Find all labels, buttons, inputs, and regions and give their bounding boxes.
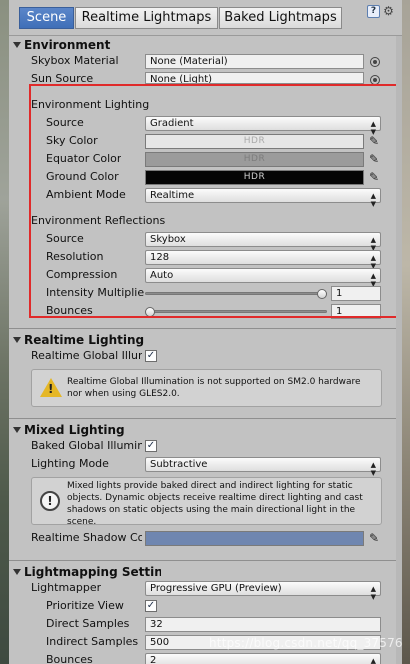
section-divider	[9, 418, 402, 419]
lightmapper-dropdown[interactable]: Progressive GPU (Preview) ▲ ▼	[145, 581, 381, 601]
section-divider	[9, 328, 402, 329]
compression-label: Compression	[46, 268, 118, 281]
sun-source-label: Sun Source	[31, 72, 94, 83]
info-text: Mixed lights provide baked direct and in…	[67, 481, 363, 527]
sun-source-field[interactable]: None (Light)	[145, 72, 364, 84]
lightmapper-value: Progressive GPU (Preview)	[150, 583, 282, 594]
prioritize-view-label: Prioritize View	[46, 599, 124, 612]
realtime-shadow-color-label: Realtime Shadow Color	[31, 531, 142, 544]
reflection-source-value: Skybox	[150, 234, 186, 245]
dropdown-arrow-icon: ▲▼	[370, 192, 376, 208]
dropdown-arrow-icon: ▲▼	[370, 585, 376, 601]
skybox-material-label: Skybox Material	[31, 54, 119, 67]
foldout-arrow-icon	[13, 337, 21, 343]
realtime-shadow-color-field[interactable]	[145, 531, 364, 546]
direct-samples-label: Direct Samples	[46, 617, 130, 630]
tab-baked-lightmaps[interactable]: Baked Lightmaps	[219, 7, 342, 29]
lightmapper-label: Lightmapper	[31, 581, 102, 594]
realtime-gi-label: Realtime Global Illumination	[31, 349, 142, 362]
mixed-lighting-header[interactable]: Mixed Lighting	[11, 422, 125, 438]
equator-color-label: Equator Color	[46, 152, 122, 165]
help-icon[interactable]: ?	[367, 5, 380, 18]
lighting-mode-dropdown[interactable]: Subtractive ▲ ▼	[145, 457, 381, 477]
baked-gi-label: Baked Global Illumination	[31, 439, 142, 452]
dropdown-arrow-icon: ▲▼	[370, 657, 376, 664]
lightmap-bounces-value: 2	[150, 655, 157, 664]
mixed-lighting-title: Mixed Lighting	[24, 423, 125, 437]
tab-realtime-lightmaps[interactable]: Realtime Lightmaps	[75, 7, 218, 29]
compression-value: Auto	[150, 270, 174, 281]
ground-color-field[interactable]: HDR	[145, 170, 364, 185]
environment-reflections-title: Environment Reflections	[31, 214, 166, 227]
lighting-source-dropdown[interactable]: Gradient ▲ ▼	[145, 116, 381, 136]
lighting-window: Scene Realtime Lightmaps Baked Lightmaps…	[9, 0, 402, 664]
lighting-mode-label: Lighting Mode	[31, 457, 109, 470]
eyedropper-icon[interactable]: ✎	[367, 134, 381, 148]
object-picker-icon[interactable]	[370, 57, 380, 67]
info-icon: !	[40, 491, 60, 511]
ambient-mode-dropdown[interactable]: Realtime ▲ ▼	[145, 188, 381, 208]
bounces-slider-track[interactable]	[145, 310, 327, 313]
foldout-arrow-icon	[13, 569, 21, 575]
environment-title: Environment	[24, 38, 111, 52]
foldout-arrow-icon	[13, 427, 21, 433]
ambient-mode-label: Ambient Mode	[46, 188, 126, 201]
ambient-mode-value: Realtime	[150, 190, 195, 201]
eyedropper-icon[interactable]: ✎	[367, 152, 381, 166]
eyedropper-icon[interactable]: ✎	[367, 170, 381, 184]
intensity-slider-track[interactable]	[145, 292, 327, 295]
bounces-label: Bounces	[46, 304, 93, 317]
baked-gi-checkbox[interactable]: ✓	[145, 440, 157, 452]
object-picker-icon[interactable]	[370, 75, 380, 85]
scrollbar[interactable]	[396, 36, 402, 664]
ground-color-label: Ground Color	[46, 170, 119, 183]
bounces-slider-thumb[interactable]	[145, 307, 155, 317]
environment-lighting-title: Environment Lighting	[31, 98, 150, 111]
realtime-gi-checkbox[interactable]: ✓	[145, 350, 157, 362]
gear-icon[interactable]: ⚙	[382, 5, 395, 18]
intensity-value-field[interactable]: 1	[331, 286, 381, 301]
realtime-lighting-header[interactable]: Realtime Lighting	[11, 332, 144, 348]
warning-text: Realtime Global Illumination is not supp…	[67, 377, 361, 399]
sky-color-field[interactable]: HDR	[145, 134, 364, 149]
tab-scene[interactable]: Scene	[19, 7, 74, 29]
lightmap-bounces-label: Bounces	[46, 653, 93, 664]
dropdown-arrow-icon: ▲▼	[370, 461, 376, 477]
intensity-slider-thumb[interactable]	[317, 289, 327, 299]
resolution-value: 128	[150, 252, 170, 263]
realtime-lighting-title: Realtime Lighting	[24, 333, 145, 347]
foldout-arrow-icon	[13, 42, 21, 48]
reflection-source-dropdown[interactable]: Skybox ▲ ▼	[145, 232, 381, 252]
direct-samples-field[interactable]: 32	[145, 617, 381, 632]
eyedropper-icon[interactable]: ✎	[367, 531, 381, 545]
lighting-mode-value: Subtractive	[150, 459, 208, 470]
realtime-gi-warning: ! Realtime Global Illumination is not su…	[31, 369, 382, 407]
environment-header[interactable]: Environment	[11, 37, 110, 53]
scene-view-edge-left	[0, 0, 9, 664]
scene-view-edge-right	[402, 0, 410, 664]
lighting-source-value: Gradient	[150, 118, 194, 129]
lighting-source-label: Source	[46, 116, 84, 129]
lightmapping-settings-title: Lightmapping Settings	[24, 565, 161, 579]
warning-icon: !	[40, 378, 62, 397]
lighting-toolbar: Scene Realtime Lightmaps Baked Lightmaps…	[9, 0, 402, 36]
watermark-text: https://blog.csdn.net/qq_37576129	[209, 636, 402, 650]
intensity-multiplier-label: Intensity Multiplier	[46, 286, 144, 299]
resolution-dropdown[interactable]: 128 ▲ ▼	[145, 250, 381, 270]
mixed-lighting-info: ! Mixed lights provide baked direct and …	[31, 477, 382, 527]
resolution-label: Resolution	[46, 250, 104, 263]
skybox-material-field[interactable]: None (Material)	[145, 54, 364, 69]
lightmap-bounces-dropdown[interactable]: 2 ▲▼	[145, 653, 381, 664]
prioritize-view-checkbox[interactable]: ✓	[145, 600, 157, 612]
reflection-source-label: Source	[46, 232, 84, 245]
bounces-value-field[interactable]: 1	[331, 304, 381, 319]
equator-color-field[interactable]: HDR	[145, 152, 364, 167]
sky-color-label: Sky Color	[46, 134, 98, 147]
compression-dropdown[interactable]: Auto ▲ ▼	[145, 268, 381, 288]
lightmapping-settings-header[interactable]: Lightmapping Settings	[11, 564, 161, 580]
indirect-samples-label: Indirect Samples	[46, 635, 139, 648]
section-divider	[9, 560, 402, 561]
